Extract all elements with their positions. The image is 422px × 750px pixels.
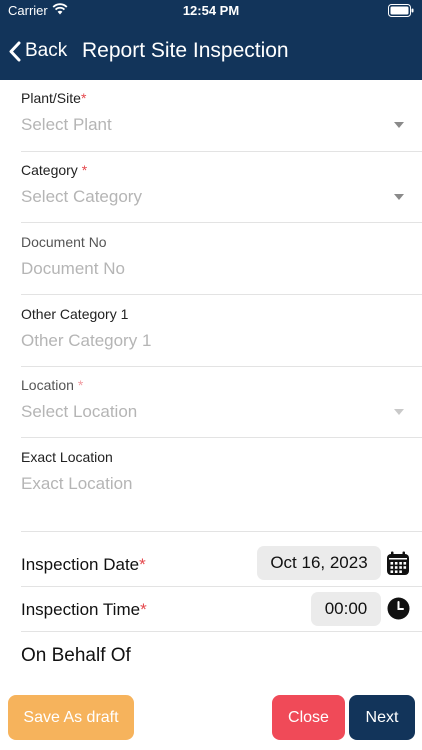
document-no-field: Document No (21, 234, 422, 295)
chevron-down-icon[interactable] (394, 409, 404, 415)
navigation-bar: Back Report Site Inspection (0, 22, 422, 80)
close-button[interactable]: Close (272, 695, 345, 740)
status-time: 12:54 PM (182, 3, 240, 18)
exact-location-input[interactable] (21, 471, 401, 497)
status-bar: Carrier 12:54 PM (0, 0, 422, 22)
other-category-field: Other Category 1 (21, 306, 422, 367)
inspection-time-value[interactable]: 00:00 (311, 592, 381, 626)
category-select[interactable] (21, 184, 401, 210)
category-field: Category * (21, 162, 422, 223)
inspection-time-label: Inspection Time* (21, 600, 147, 619)
next-button[interactable]: Next (349, 695, 415, 740)
inspection-date-label: Inspection Date* (21, 555, 146, 574)
on-behalf-of-title: On Behalf Of (21, 645, 131, 666)
calendar-icon[interactable] (385, 551, 411, 577)
plant-select[interactable] (21, 112, 401, 138)
other-category-label: Other Category 1 (21, 306, 129, 322)
document-no-label: Document No (21, 234, 107, 250)
chevron-left-icon (9, 41, 21, 61)
chevron-down-icon[interactable] (394, 122, 404, 128)
location-label: Location * (21, 377, 84, 393)
document-no-input[interactable] (21, 256, 401, 282)
partially-hidden-row (21, 681, 201, 689)
plant-label: Plant/Site* (21, 90, 87, 106)
location-field: Location * (21, 377, 422, 438)
exact-location-label: Exact Location (21, 449, 113, 465)
clock-icon[interactable] (387, 597, 410, 620)
other-category-input[interactable] (21, 328, 401, 354)
inspection-date-value[interactable]: Oct 16, 2023 (257, 546, 381, 580)
location-select[interactable] (21, 399, 401, 425)
inspection-time-row: Inspection Time* 00:00 (21, 587, 422, 632)
battery-icon (388, 4, 414, 17)
back-button[interactable]: Back (8, 36, 67, 66)
chevron-down-icon[interactable] (394, 194, 404, 200)
page-title: Report Site Inspection (82, 39, 289, 62)
plant-field: Plant/Site* (21, 90, 422, 152)
exact-location-field: Exact Location (21, 449, 422, 532)
inspection-date-row: Inspection Date* Oct 16, 2023 (21, 541, 422, 587)
back-label: Back (25, 40, 68, 61)
category-label: Category * (21, 162, 88, 178)
save-as-draft-button[interactable]: Save As draft (8, 695, 134, 740)
